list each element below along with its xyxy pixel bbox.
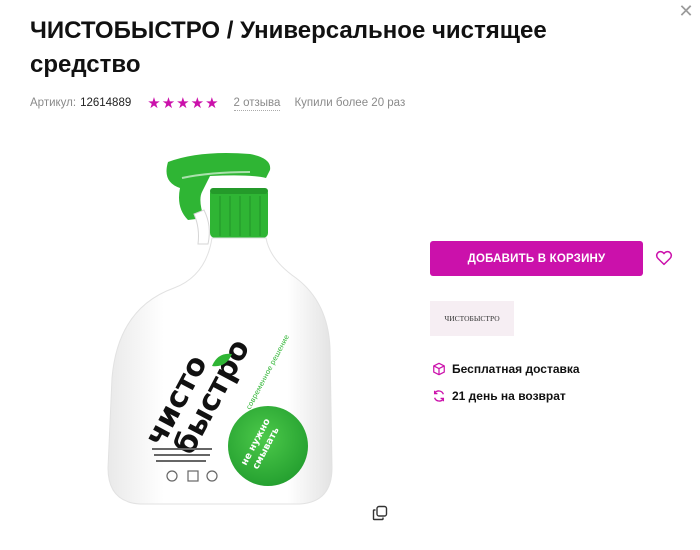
bought-count: Купили более 20 раз [294, 97, 406, 109]
heart-icon[interactable] [655, 249, 673, 267]
copy-icon[interactable] [372, 505, 388, 521]
box-icon [433, 362, 445, 376]
sku-label: Артикул: [30, 97, 77, 109]
brand-badge[interactable]: ЧИСТОБЫСТРО [430, 301, 514, 336]
star-icon: ★ [161, 94, 176, 112]
refresh-icon [433, 390, 445, 402]
returns-perk: 21 день на возврат [432, 387, 566, 405]
close-icon[interactable]: ✕ [677, 2, 695, 20]
product-image[interactable]: чисто быстро современное решение не нужн… [100, 148, 340, 508]
add-to-cart-button[interactable]: ДОБАВИТЬ В КОРЗИНУ [430, 241, 643, 276]
sku-value: 12614889 [80, 97, 132, 109]
delivery-text: Бесплатная доставка [452, 362, 580, 376]
star-icon: ★ [176, 94, 190, 112]
product-meta: Артикул: 12614889 ★ ★ ★ ★ ★ 2 отзыва Куп… [30, 93, 405, 113]
star-icon: ★ [190, 94, 205, 112]
star-icon: ★ [147, 94, 161, 112]
star-icon: ★ [205, 94, 219, 112]
product-title: ЧИСТОБЫСТРО / Универсальное чистящее сре… [30, 17, 547, 78]
returns-text: 21 день на возврат [452, 389, 566, 403]
rating-stars[interactable]: ★ ★ ★ ★ ★ [147, 96, 219, 111]
reviews-link[interactable]: 2 отзыва [233, 96, 281, 111]
delivery-perk: Бесплатная доставка [432, 360, 580, 378]
